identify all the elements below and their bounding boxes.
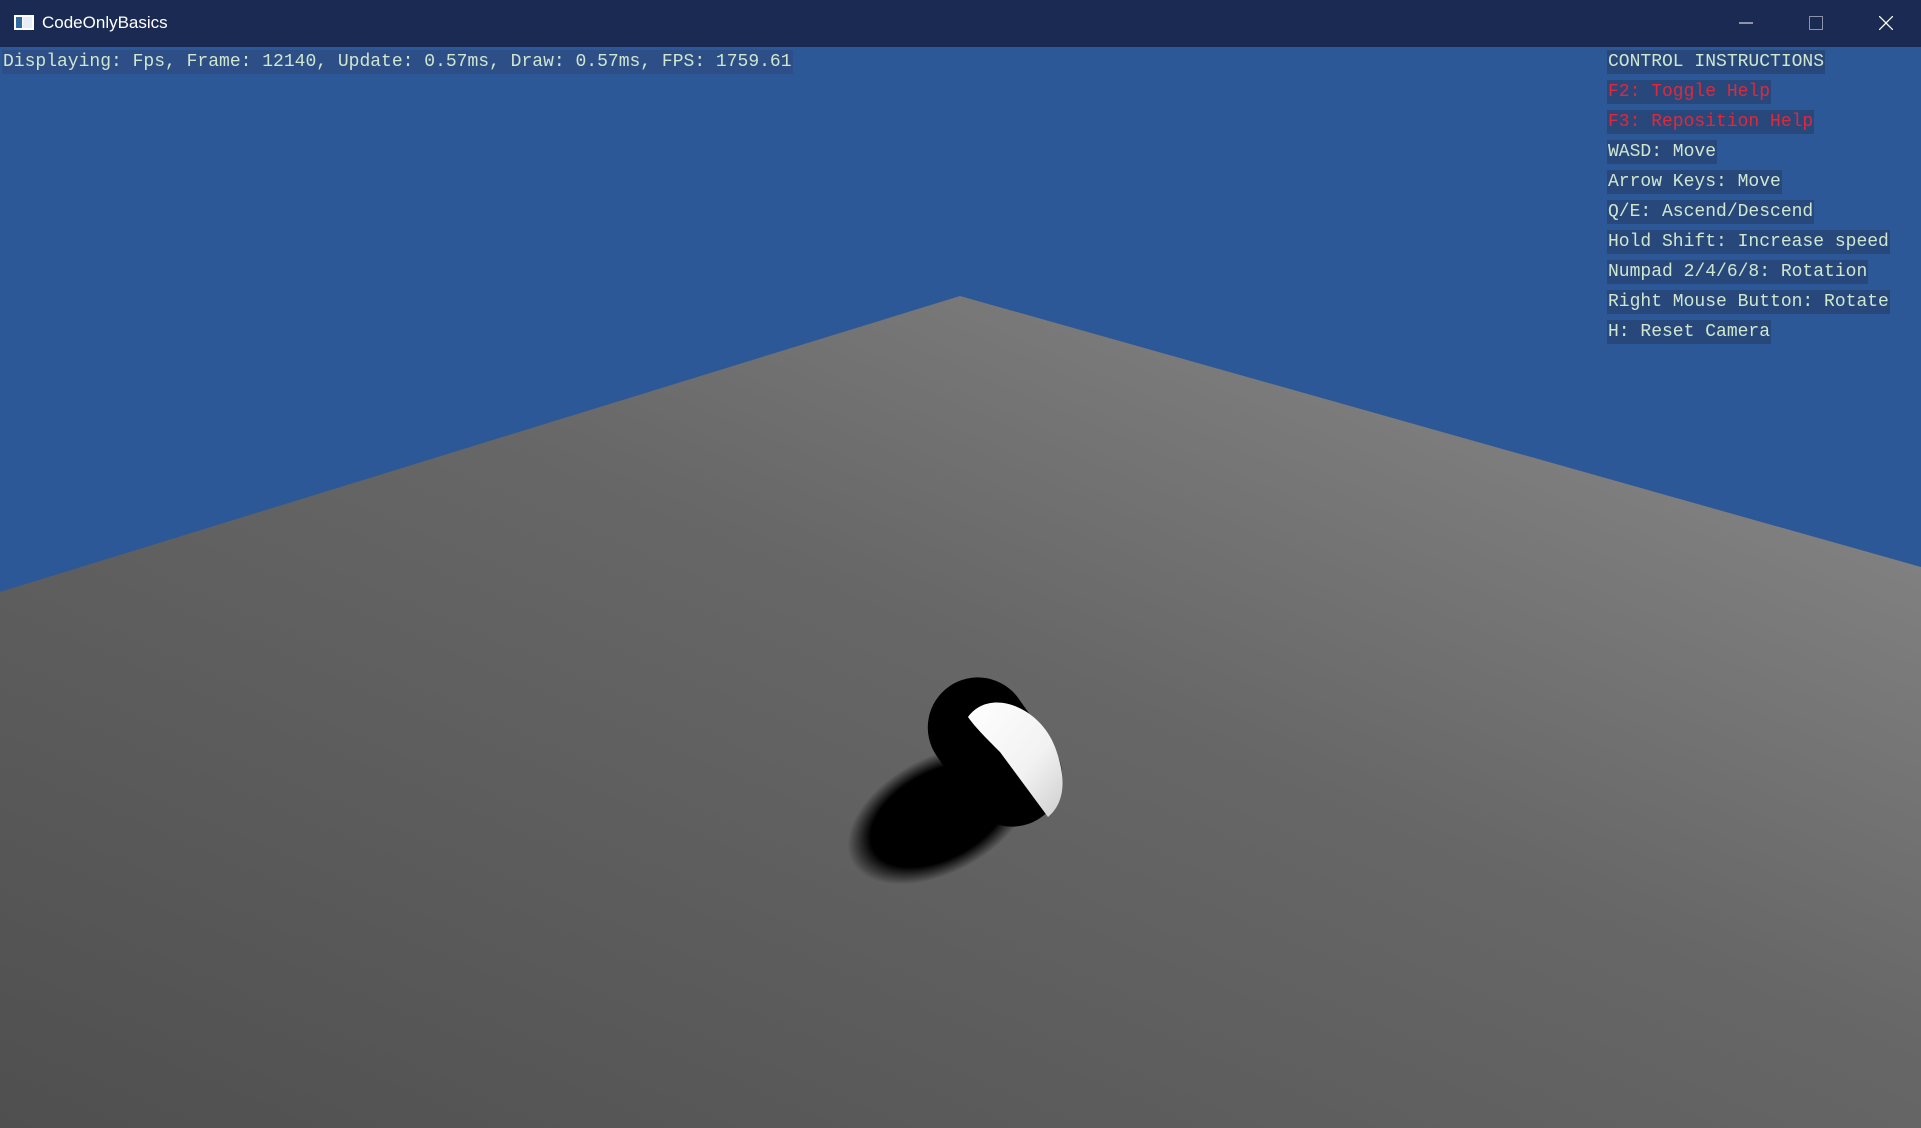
help-line-toggle-help: F2: Toggle Help [1607, 80, 1772, 104]
help-line-reposition-help: F3: Reposition Help [1607, 110, 1815, 134]
help-line-numpad-rotation: Numpad 2/4/6/8: Rotation [1607, 260, 1869, 284]
title-bar[interactable]: CodeOnlyBasics [0, 0, 1921, 47]
help-line-wasd: WASD: Move [1607, 140, 1718, 164]
help-line-arrow-keys: Arrow Keys: Move [1607, 170, 1782, 194]
help-line-ascend-descend: Q/E: Ascend/Descend [1607, 200, 1815, 224]
app-window: CodeOnlyBasics Displaying: Fps, Frame: 1… [0, 0, 1921, 1128]
maximize-icon [1809, 16, 1823, 30]
help-title: CONTROL INSTRUCTIONS [1607, 50, 1826, 74]
help-line-right-mouse: Right Mouse Button: Rotate [1607, 290, 1890, 314]
minimize-icon [1739, 22, 1753, 24]
minimize-button[interactable] [1711, 0, 1781, 47]
window-title: CodeOnlyBasics [42, 13, 168, 32]
help-line-reset-camera: H: Reset Camera [1607, 320, 1772, 344]
close-icon [1879, 16, 1893, 30]
app-window-icon [14, 15, 34, 30]
close-button[interactable] [1851, 0, 1921, 47]
fps-stats-overlay: Displaying: Fps, Frame: 12140, Update: 0… [2, 50, 793, 74]
render-viewport[interactable]: Displaying: Fps, Frame: 12140, Update: 0… [0, 47, 1921, 1128]
help-line-shift-speed: Hold Shift: Increase speed [1607, 230, 1890, 254]
maximize-button[interactable] [1781, 0, 1851, 47]
